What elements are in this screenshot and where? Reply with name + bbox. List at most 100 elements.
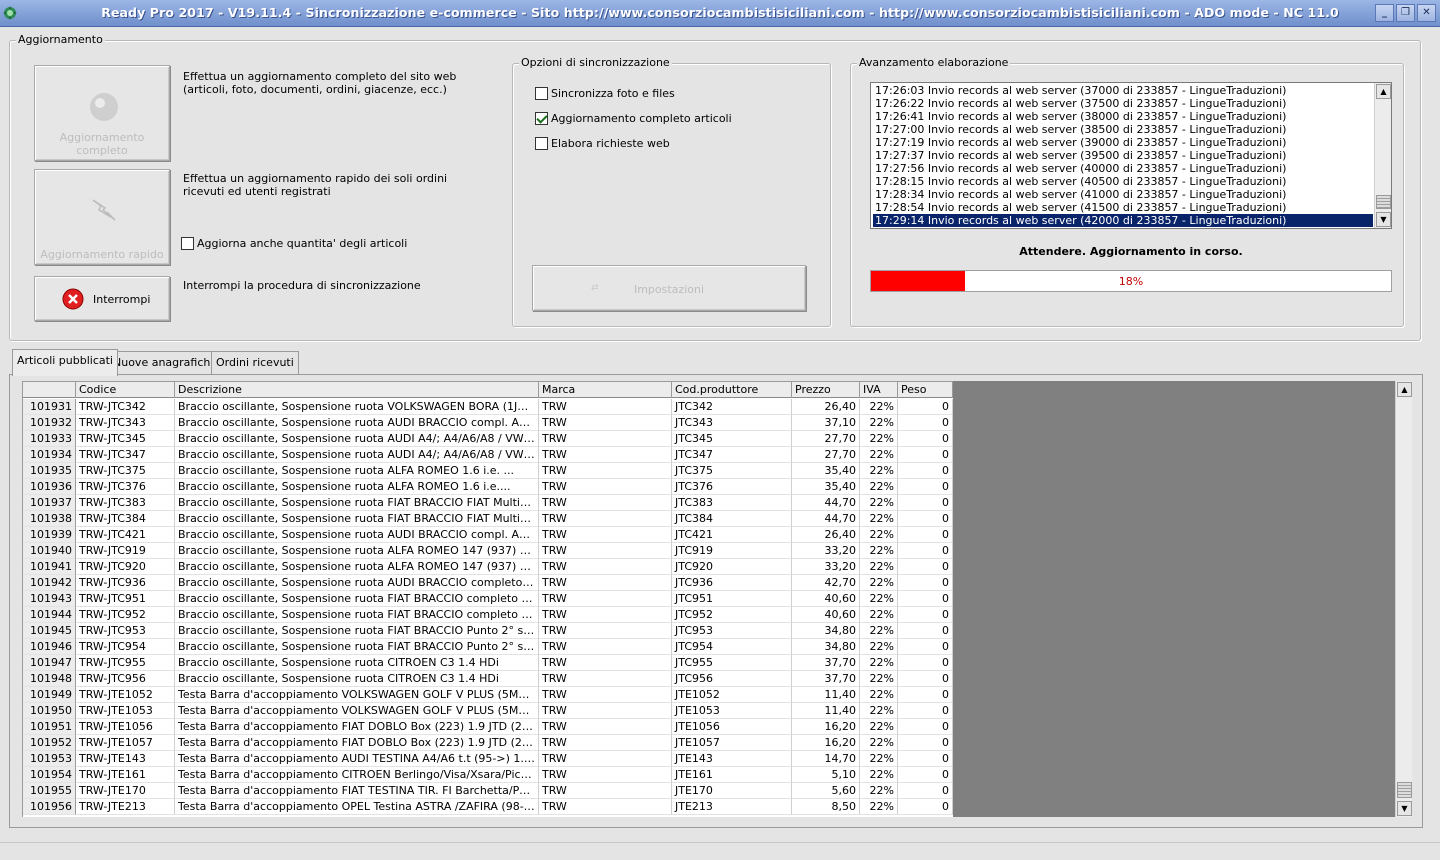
cell-marca: TRW <box>539 751 672 767</box>
table-row[interactable]: 101943 TRW-JTC951 Braccio oscillante, Sosp… <box>23 591 953 607</box>
column-header-codice[interactable]: Codice <box>76 382 175 398</box>
cell-iva: 22% <box>860 543 898 559</box>
table-row[interactable]: 101940 TRW-JTC919 Braccio oscillante, Sosp… <box>23 543 953 559</box>
aggiorna-quantita-checkbox[interactable] <box>181 237 194 250</box>
grid-scrollbar[interactable]: ▲ ▼ <box>1395 381 1412 817</box>
cell-iva: 22% <box>860 575 898 591</box>
cell-iva: 22% <box>860 639 898 655</box>
column-header-marca[interactable]: Marca <box>539 382 672 398</box>
table-row[interactable]: 101931 TRW-JTC342 Braccio oscillante, Sosp… <box>23 399 953 415</box>
column-header-cod-produttore[interactable]: Cod.produttore <box>672 382 792 398</box>
cell-descrizione: Braccio oscillante, Sospensione ruota FI… <box>175 511 539 527</box>
cell-marca: TRW <box>539 511 672 527</box>
cell-codice: TRW-JTE1057 <box>76 735 175 751</box>
cell-row-id: 101954 <box>23 767 76 783</box>
aggiornamento-completo-button[interactable]: Aggiornamento completo <box>34 65 170 161</box>
log-line[interactable]: 17:28:34 Invio records al web server (41… <box>873 188 1373 201</box>
elabora-richieste-checkbox[interactable] <box>535 137 548 150</box>
scroll-up-icon[interactable]: ▲ <box>1376 84 1391 99</box>
tab-nuove-anagrafiche[interactable]: Nuove anagrafiche <box>108 351 223 375</box>
table-row[interactable]: 101933 TRW-JTC345 Braccio oscillante, Sosp… <box>23 431 953 447</box>
table-row[interactable]: 101932 TRW-JTC343 Braccio oscillante, Sosp… <box>23 415 953 431</box>
cell-prezzo: 37,10 <box>792 415 860 431</box>
log-line[interactable]: 17:29:14 Invio records al web server (42… <box>873 214 1373 227</box>
grid-scroll-down-icon[interactable]: ▼ <box>1397 801 1412 816</box>
aggiornamento-rapido-button[interactable]: Aggiornamento rapido <box>34 169 170 265</box>
cell-row-id: 101946 <box>23 639 76 655</box>
tab-ordini-ricevuti[interactable]: Ordini ricevuti <box>211 351 299 375</box>
impostazioni-button[interactable]: ⇄ Impostazioni <box>532 265 806 311</box>
cell-descrizione: Braccio oscillante, Sospensione ruota AL… <box>175 463 539 479</box>
table-row[interactable]: 101947 TRW-JTC955 Braccio oscillante, Sosp… <box>23 655 953 671</box>
sincronizza-foto-label: Sincronizza foto e files <box>551 87 675 100</box>
column-header-peso[interactable]: Peso <box>898 382 953 398</box>
table-row[interactable]: 101937 TRW-JTC383 Braccio oscillante, Sosp… <box>23 495 953 511</box>
table-row[interactable]: 101951 TRW-JTE1056 Testa Barra d'accoppiam… <box>23 719 953 735</box>
table-row[interactable]: 101938 TRW-JTC384 Braccio oscillante, Sosp… <box>23 511 953 527</box>
table-row[interactable]: 101945 TRW-JTC953 Braccio oscillante, Sosp… <box>23 623 953 639</box>
tab-articoli-pubblicati[interactable]: Articoli pubblicati <box>12 349 118 376</box>
grid-scroll-up-icon[interactable]: ▲ <box>1397 382 1412 397</box>
aggiornamento-completo-articoli-checkbox[interactable] <box>535 112 548 125</box>
table-row[interactable]: 101952 TRW-JTE1057 Testa Barra d'accoppiam… <box>23 735 953 751</box>
log-line[interactable]: 17:28:54 Invio records al web server (41… <box>873 201 1373 214</box>
cell-peso: 0 <box>898 735 953 751</box>
cell-codice: TRW-JTE1056 <box>76 719 175 735</box>
cell-cod-produttore: JTC342 <box>672 399 792 415</box>
table-row[interactable]: 101941 TRW-JTC920 Braccio oscillante, Sosp… <box>23 559 953 575</box>
log-line[interactable]: 17:26:03 Invio records al web server (37… <box>873 84 1373 97</box>
column-header-iva[interactable]: IVA <box>860 382 898 398</box>
log-scroll-thumb[interactable] <box>1376 195 1391 209</box>
restore-button[interactable]: ❐ <box>1396 4 1415 22</box>
cell-codice: TRW-JTC956 <box>76 671 175 687</box>
articoli-grid[interactable]: Codice Descrizione Marca Cod.produttore Prez… <box>22 381 953 817</box>
log-line[interactable]: 17:27:00 Invio records al web server (38… <box>873 123 1373 136</box>
cell-codice: TRW-JTC347 <box>76 447 175 463</box>
table-row[interactable]: 101934 TRW-JTC347 Braccio oscillante, Sosp… <box>23 447 953 463</box>
lightning-icon <box>92 199 116 221</box>
column-header-prezzo[interactable]: Prezzo <box>792 382 860 398</box>
log-line[interactable]: 17:27:56 Invio records al web server (40… <box>873 162 1373 175</box>
minimize-button[interactable]: _ <box>1375 4 1394 22</box>
column-header-descrizione[interactable]: Descrizione <box>175 382 539 398</box>
table-row[interactable]: 101953 TRW-JTE143 Testa Barra d'accoppiame… <box>23 751 953 767</box>
log-line[interactable]: 17:28:15 Invio records al web server (40… <box>873 175 1373 188</box>
cell-codice: TRW-JTC383 <box>76 495 175 511</box>
table-row[interactable]: 101946 TRW-JTC954 Braccio oscillante, Sosp… <box>23 639 953 655</box>
cell-row-id: 101942 <box>23 575 76 591</box>
table-row[interactable]: 101955 TRW-JTE170 Testa Barra d'accoppiame… <box>23 783 953 799</box>
sincronizza-foto-checkbox[interactable] <box>535 87 548 100</box>
cell-row-id: 101948 <box>23 671 76 687</box>
table-row[interactable]: 101950 TRW-JTE1053 Testa Barra d'accoppiam… <box>23 703 953 719</box>
cell-marca: TRW <box>539 463 672 479</box>
cell-row-id: 101952 <box>23 735 76 751</box>
interrompi-button[interactable]: Interrompi <box>34 276 170 321</box>
table-row[interactable]: 101939 TRW-JTC421 Braccio oscillante, Sosp… <box>23 527 953 543</box>
table-row[interactable]: 101956 TRW-JTE213 Testa Barra d'accoppiame… <box>23 799 953 815</box>
cell-marca: TRW <box>539 799 672 815</box>
cell-prezzo: 40,60 <box>792 607 860 623</box>
cell-peso: 0 <box>898 543 953 559</box>
aggiornamento-rapido-desc: Effettua un aggiornamento rapido dei sol… <box>183 172 447 198</box>
log-list[interactable]: 17:26:03 Invio records al web server (37… <box>870 82 1392 229</box>
cell-descrizione: Braccio oscillante, Sospensione ruota CI… <box>175 671 539 687</box>
window-title: Ready Pro 2017 - V19.11.4 - Sincronizzaz… <box>101 5 1339 20</box>
cell-peso: 0 <box>898 431 953 447</box>
log-line[interactable]: 17:27:37 Invio records al web server (39… <box>873 149 1373 162</box>
table-row[interactable]: 101954 TRW-JTE161 Testa Barra d'accoppiame… <box>23 767 953 783</box>
table-row[interactable]: 101942 TRW-JTC936 Braccio oscillante, Sosp… <box>23 575 953 591</box>
table-row[interactable]: 101949 TRW-JTE1052 Testa Barra d'accoppiam… <box>23 687 953 703</box>
close-button[interactable]: ✕ <box>1417 4 1436 22</box>
log-line[interactable]: 17:26:41 Invio records al web server (38… <box>873 110 1373 123</box>
log-scrollbar[interactable]: ▲ ▼ <box>1374 83 1391 228</box>
log-line[interactable]: 17:27:19 Invio records al web server (39… <box>873 136 1373 149</box>
column-header-row-id[interactable] <box>23 382 76 398</box>
table-row[interactable]: 101936 TRW-JTC376 Braccio oscillante, Sosp… <box>23 479 953 495</box>
table-row[interactable]: 101944 TRW-JTC952 Braccio oscillante, Sosp… <box>23 607 953 623</box>
log-line[interactable]: 17:26:22 Invio records al web server (37… <box>873 97 1373 110</box>
grid-scroll-thumb[interactable] <box>1397 782 1412 798</box>
cell-row-id: 101931 <box>23 399 76 415</box>
table-row[interactable]: 101948 TRW-JTC956 Braccio oscillante, Sosp… <box>23 671 953 687</box>
table-row[interactable]: 101935 TRW-JTC375 Braccio oscillante, Sosp… <box>23 463 953 479</box>
scroll-down-icon[interactable]: ▼ <box>1376 212 1391 227</box>
